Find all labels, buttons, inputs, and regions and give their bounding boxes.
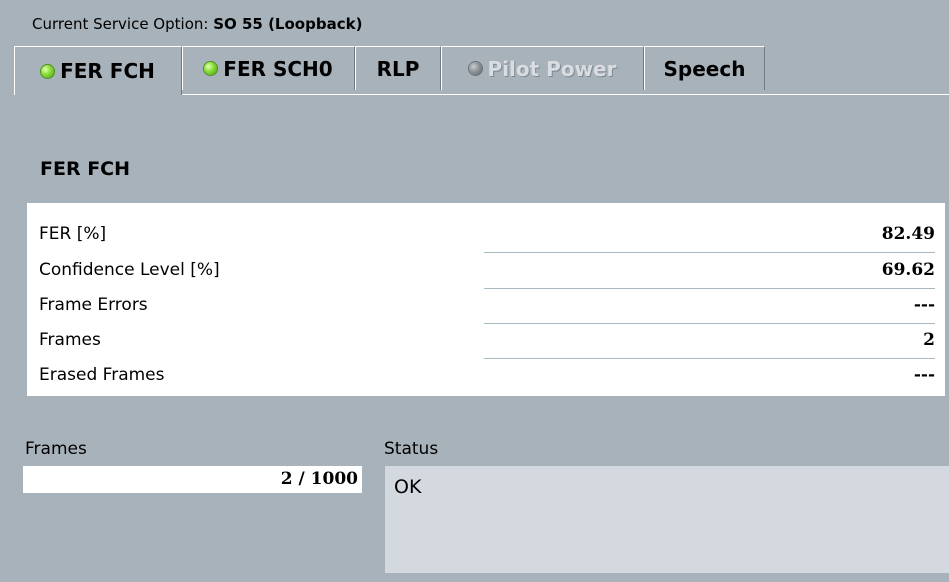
tab-label: FER SCH0 xyxy=(223,56,333,81)
result-value: --- xyxy=(913,295,935,315)
status-led-grey-icon xyxy=(468,62,482,75)
result-row-frame-errors: Frame Errors --- xyxy=(27,288,945,324)
section-title: FER FCH xyxy=(40,158,131,180)
status-led-green-icon xyxy=(204,62,218,75)
result-label: FER [%] xyxy=(39,224,107,244)
results-panel: FER [%] 82.49 Confidence Level [%] 69.62… xyxy=(27,203,945,396)
tab-label: Speech xyxy=(663,56,746,81)
result-row-fer: FER [%] 82.49 xyxy=(27,217,945,253)
frames-progress-box: 2 / 1000 xyxy=(23,466,362,493)
result-value: 69.62 xyxy=(881,260,935,280)
tab-pilot-power: Pilot Power xyxy=(441,46,644,90)
tab-label: RLP xyxy=(376,56,420,81)
result-row-confidence-level: Confidence Level [%] 69.62 xyxy=(27,253,945,289)
service-option-label: Current Service Option: xyxy=(32,15,214,33)
status-led-green-icon xyxy=(41,64,55,78)
result-row-frames: Frames 2 xyxy=(27,323,945,359)
status-label: Status xyxy=(384,439,439,459)
result-label: Frames xyxy=(39,330,101,350)
frames-label: Frames xyxy=(25,439,87,459)
status-box: OK xyxy=(385,466,949,573)
result-value: --- xyxy=(913,365,935,385)
status-text: OK xyxy=(394,476,422,498)
result-label: Confidence Level [%] xyxy=(39,260,220,280)
result-label: Frame Errors xyxy=(39,295,148,315)
tab-speech[interactable]: Speech xyxy=(644,46,765,90)
tab-fer-fch[interactable]: FER FCH xyxy=(14,46,182,95)
tab-label: Pilot Power xyxy=(487,56,617,81)
tab-bar: FER FCH FER SCH0 RLP Pilot Power Speech xyxy=(14,46,949,95)
result-value: 82.49 xyxy=(881,224,935,244)
current-service-option: Current Service Option: SO 55 (Loopback) xyxy=(32,15,362,33)
tab-rlp[interactable]: RLP xyxy=(355,46,441,90)
result-row-erased-frames: Erased Frames --- xyxy=(27,358,945,394)
tab-label: FER FCH xyxy=(60,59,155,83)
service-option-value: SO 55 (Loopback) xyxy=(213,15,363,33)
tab-fer-sch0[interactable]: FER SCH0 xyxy=(182,46,355,90)
result-label: Erased Frames xyxy=(39,365,165,385)
frames-value: 2 / 1000 xyxy=(280,469,358,489)
result-value: 2 xyxy=(923,330,935,350)
